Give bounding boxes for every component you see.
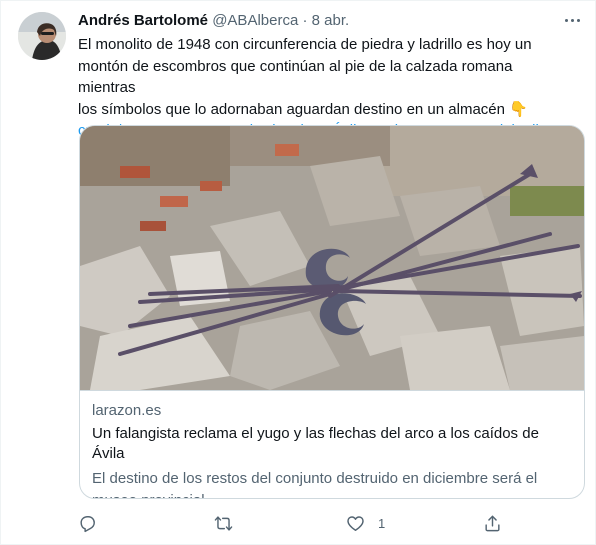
- tweet-header: Andrés Bartolomé @ABAlberca · 8 abr.: [78, 11, 575, 33]
- reply-icon: [80, 515, 95, 532]
- card-image[interactable]: [80, 126, 584, 391]
- heart-icon: [347, 515, 364, 531]
- reply-button[interactable]: [78, 509, 97, 537]
- card-body: larazon.es Un falangista reclama el yugo…: [92, 401, 572, 498]
- link-card[interactable]: larazon.es Un falangista reclama el yugo…: [79, 125, 585, 499]
- more-dot-icon: [576, 18, 580, 22]
- more-dot-icon: [570, 18, 574, 22]
- tweet-date[interactable]: 8 abr.: [312, 12, 350, 29]
- more-options-button[interactable]: [561, 9, 583, 31]
- tweet[interactable]: Andrés Bartolomé @ABAlberca · 8 abr. El …: [0, 0, 596, 545]
- like-count: 1: [378, 515, 386, 531]
- author-name[interactable]: Andrés Bartolomé: [78, 12, 208, 29]
- card-domain: larazon.es: [92, 402, 162, 419]
- avatar[interactable]: [18, 12, 66, 60]
- like-button[interactable]: 1: [346, 509, 385, 537]
- tweet-text-line: los símbolos que lo adornaban aguardan d…: [78, 100, 528, 118]
- retweet-icon: [214, 515, 233, 531]
- separator: ·: [302, 12, 308, 29]
- share-button[interactable]: [483, 509, 502, 537]
- card-title: Un falangista reclama el yugo y las flec…: [92, 425, 539, 462]
- tweet-actions: 1: [78, 509, 578, 537]
- card-description: El destino de los restos del conjunto de…: [92, 470, 538, 498]
- retweet-button[interactable]: [214, 509, 233, 537]
- tweet-text-line: El monolito de 1948 con circunferencia d…: [78, 36, 532, 53]
- author-handle[interactable]: @ABAlberca: [212, 12, 298, 29]
- share-icon: [485, 515, 500, 531]
- more-dot-icon: [564, 18, 568, 22]
- tweet-text-line: montón de escombros que continúan al pie…: [78, 57, 513, 97]
